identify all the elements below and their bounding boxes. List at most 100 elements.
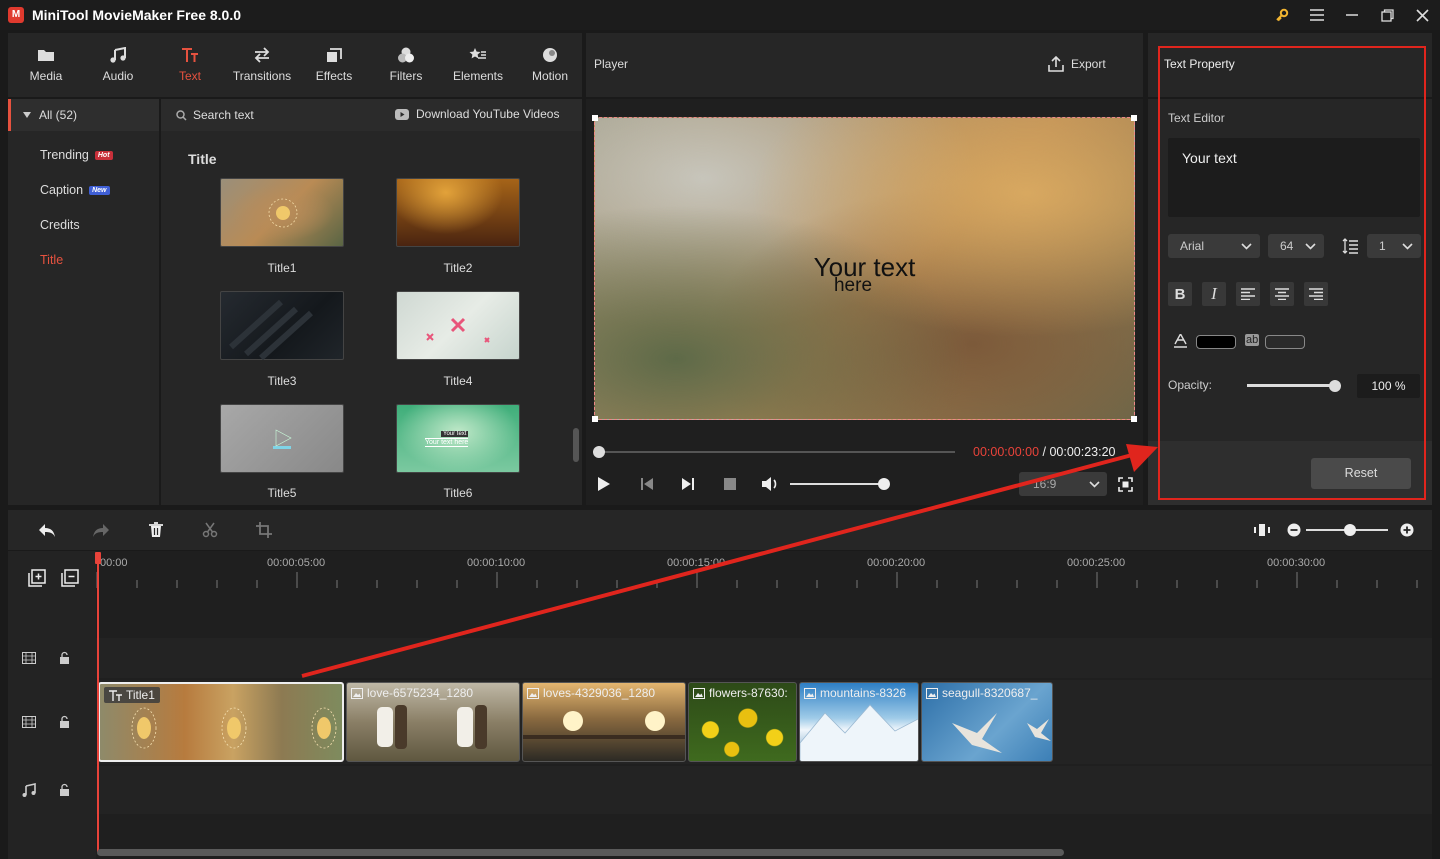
- resize-handle[interactable]: [592, 115, 598, 121]
- tool-audio-label: Audio: [102, 69, 134, 83]
- category-credits[interactable]: Credits: [0, 208, 151, 242]
- thumb-title3[interactable]: [220, 291, 344, 361]
- clip-flowers[interactable]: flowers-87630:: [688, 682, 797, 762]
- track-headers: [8, 551, 96, 859]
- thumb-title4[interactable]: [396, 291, 520, 360]
- app-logo-icon: M: [8, 7, 24, 23]
- tool-text[interactable]: Text: [155, 33, 225, 97]
- zoom-in-button[interactable]: [1400, 523, 1414, 537]
- lock-icon[interactable]: [59, 783, 70, 796]
- lock-icon[interactable]: [59, 715, 70, 728]
- export-icon: [1048, 56, 1064, 72]
- tool-filters-label: Filters: [389, 69, 423, 83]
- seek-handle[interactable]: [593, 446, 605, 458]
- thumb-title2[interactable]: [396, 178, 520, 247]
- search-icon: [176, 109, 187, 121]
- volume-button[interactable]: [761, 476, 779, 492]
- search-input[interactable]: Search text: [176, 108, 254, 122]
- clip-mountains[interactable]: mountains-8326: [799, 682, 919, 762]
- aspect-ratio-select[interactable]: 16:9: [1019, 472, 1107, 496]
- track-audio: [96, 766, 1432, 814]
- text-icon: [182, 48, 198, 62]
- time-total: 00:00:23:20: [1049, 445, 1116, 459]
- export-button[interactable]: Export: [1048, 56, 1106, 72]
- clip-title1[interactable]: Title1: [98, 682, 344, 762]
- maximize-icon[interactable]: [1375, 4, 1399, 26]
- new-badge: New: [89, 185, 110, 195]
- fit-timeline-button[interactable]: [1254, 522, 1270, 538]
- crop-icon: [256, 522, 272, 538]
- clip-seagull-tag: seagull-8320687_: [926, 686, 1037, 700]
- key-icon[interactable]: [1270, 4, 1294, 26]
- thumb-title6[interactable]: Your text Your text here: [396, 404, 520, 473]
- volume-slider[interactable]: [790, 483, 884, 485]
- overlay-text-line2[interactable]: here: [595, 276, 1111, 296]
- clip-title1-label: Title1: [126, 688, 155, 702]
- download-youtube-button[interactable]: Download YouTube Videos: [395, 107, 559, 121]
- music-note-icon: [110, 47, 126, 63]
- clip-loves[interactable]: loves-4329036_1280: [522, 682, 686, 762]
- next-frame-button[interactable]: [681, 477, 695, 491]
- tool-media-label: Media: [29, 69, 63, 83]
- playhead[interactable]: [97, 552, 99, 852]
- lock-icon[interactable]: [59, 651, 70, 664]
- delete-button[interactable]: [148, 522, 164, 538]
- ruler-label: 00:00:15:00: [667, 557, 726, 569]
- triangle-down-icon: [23, 112, 31, 118]
- thumb-title5[interactable]: [220, 404, 344, 473]
- zoom-handle[interactable]: [1344, 524, 1356, 536]
- resize-handle[interactable]: [1131, 115, 1137, 121]
- highlight-box: [1158, 46, 1426, 500]
- clip-seagull[interactable]: seagull-8320687_: [921, 682, 1053, 762]
- category-all[interactable]: All (52): [11, 99, 159, 131]
- scissors-icon: [202, 522, 218, 538]
- clip-seagull-label: seagull-8320687_: [942, 686, 1038, 700]
- minimize-icon[interactable]: [1340, 4, 1364, 26]
- tool-media[interactable]: Media: [11, 33, 81, 97]
- split-button[interactable]: [202, 522, 218, 538]
- tool-motion[interactable]: Motion: [515, 33, 585, 97]
- music-track-icon: [22, 783, 36, 797]
- category-caption[interactable]: Caption New: [0, 173, 151, 207]
- menu-icon[interactable]: [1305, 4, 1329, 26]
- thumb-row3-labels: Title5 Title6: [161, 485, 571, 505]
- resize-handle[interactable]: [592, 416, 598, 422]
- redo-button[interactable]: [92, 522, 110, 538]
- section-title: Title: [188, 151, 217, 167]
- seek-bar[interactable]: [598, 451, 955, 453]
- fullscreen-button[interactable]: [1118, 477, 1133, 492]
- timeline-ruler[interactable]: [96, 572, 1432, 588]
- tool-transitions[interactable]: Transitions: [227, 33, 297, 97]
- tool-elements[interactable]: Elements: [443, 33, 513, 97]
- remove-track-button[interactable]: [61, 569, 79, 587]
- play-button[interactable]: [597, 476, 611, 492]
- thumb-title5-label: Title5: [267, 486, 297, 500]
- tool-filters[interactable]: Filters: [371, 33, 441, 97]
- previous-frame-button[interactable]: [640, 477, 654, 491]
- stop-icon[interactable]: [724, 478, 736, 490]
- filters-icon: [398, 47, 414, 63]
- skip-forward-icon: [682, 478, 694, 490]
- category-all-label: All (52): [39, 108, 78, 122]
- category-title[interactable]: Title: [0, 243, 151, 277]
- thumb-title1[interactable]: [220, 178, 344, 247]
- volume-handle[interactable]: [878, 478, 890, 490]
- add-track-button[interactable]: [28, 569, 46, 587]
- resize-handle[interactable]: [1131, 416, 1137, 422]
- tool-effects[interactable]: Effects: [299, 33, 369, 97]
- playhead-handle[interactable]: [95, 552, 101, 564]
- library-scrollbar[interactable]: [573, 428, 579, 462]
- zoom-out-button[interactable]: [1287, 523, 1301, 537]
- undo-button[interactable]: [38, 522, 56, 538]
- close-icon[interactable]: [1410, 4, 1434, 26]
- video-preview[interactable]: Your text here: [592, 115, 1137, 422]
- crop-button[interactable]: [256, 522, 272, 538]
- redo-icon: [93, 524, 109, 537]
- image-icon: [804, 687, 816, 699]
- category-trending[interactable]: Trending Hot: [0, 138, 151, 172]
- clip-title1-tag: Title1: [104, 687, 160, 703]
- thumb-title2-label: Title2: [443, 261, 473, 275]
- timeline-scrollbar[interactable]: [97, 849, 1064, 856]
- clip-love[interactable]: love-6575234_1280: [346, 682, 520, 762]
- tool-audio[interactable]: Audio: [83, 33, 153, 97]
